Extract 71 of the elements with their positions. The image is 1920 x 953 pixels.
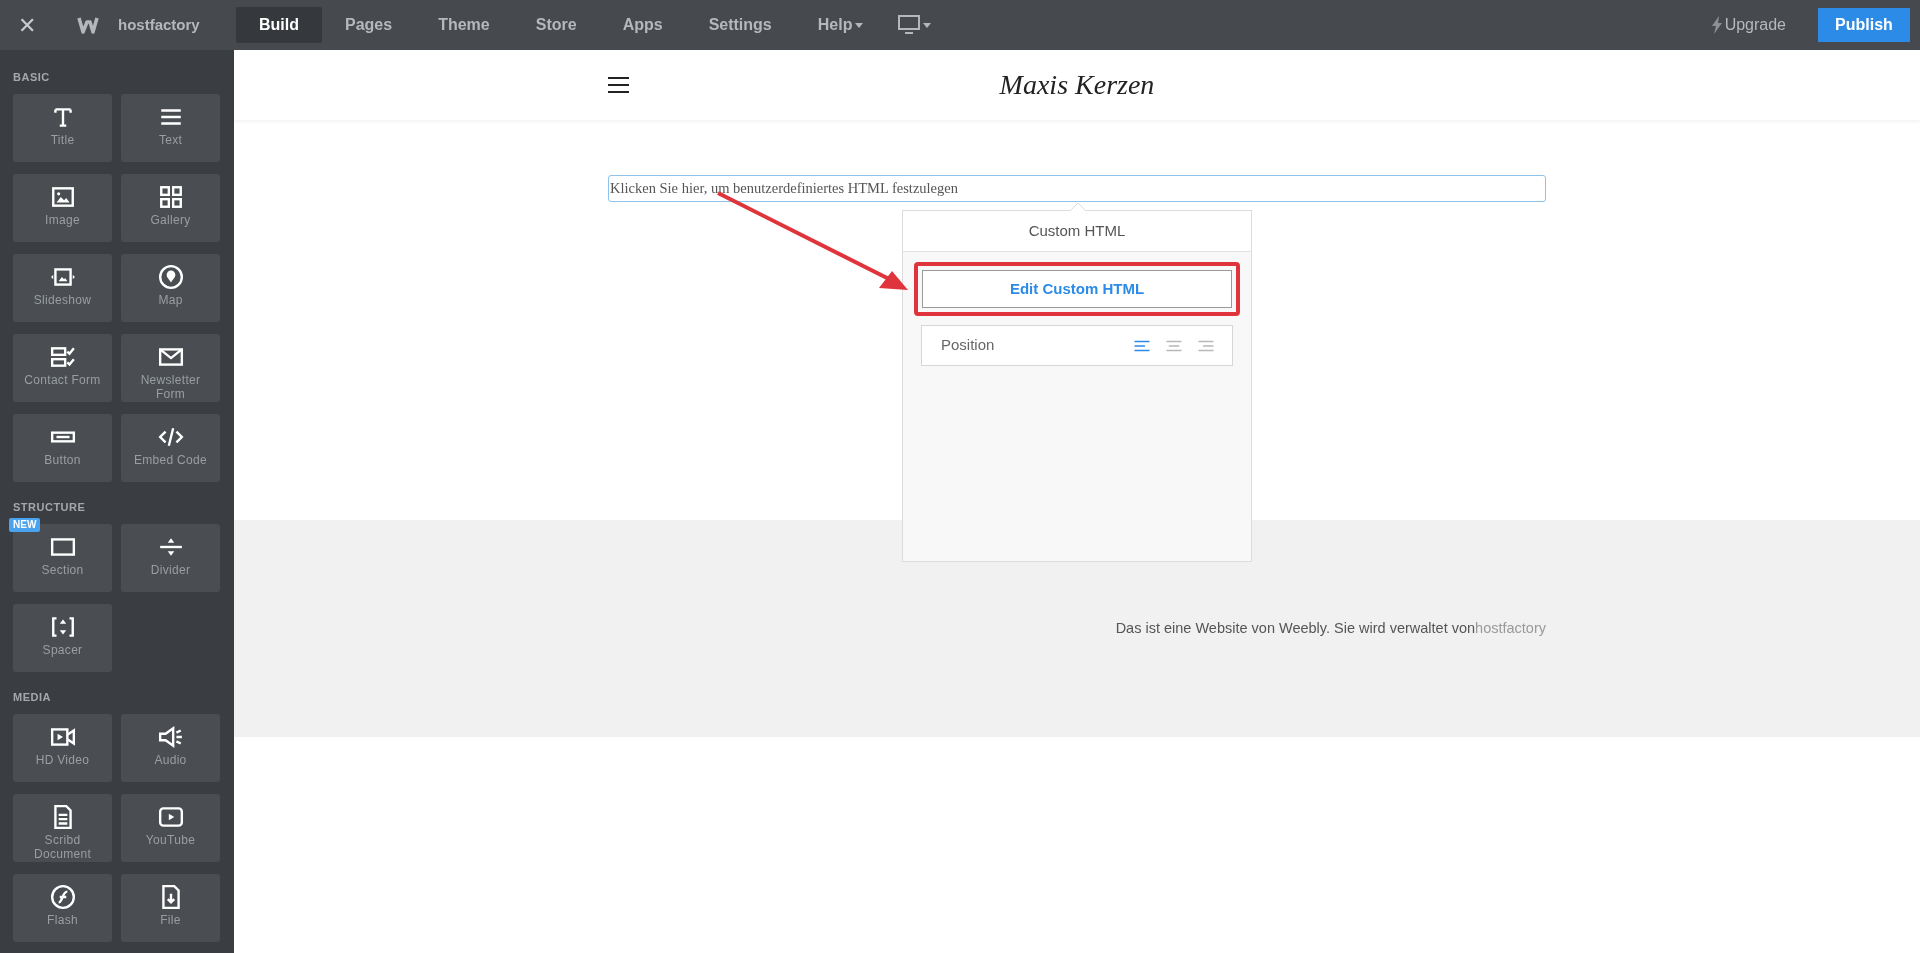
edit-html-button[interactable]: Edit Custom HTML xyxy=(922,270,1232,308)
element-tile[interactable]: Flash xyxy=(13,874,112,942)
upgrade-button[interactable]: Upgrade xyxy=(1710,13,1786,37)
tile-label: Flash xyxy=(46,913,79,927)
element-tile[interactable]: Embed Code xyxy=(121,414,220,482)
element-tile[interactable]: Image xyxy=(13,174,112,242)
nav-tab[interactable]: Store xyxy=(512,7,600,43)
element-tile[interactable]: YouTube xyxy=(121,794,220,862)
tile-label: Newsletter Form xyxy=(139,373,202,401)
nav-tab[interactable]: Build xyxy=(236,7,322,43)
map-pin-icon xyxy=(157,264,184,290)
tile-label: Embed Code xyxy=(132,453,208,467)
tile-label: Spacer xyxy=(41,643,84,657)
tile-label: Button xyxy=(43,453,82,467)
play-screen-icon xyxy=(157,804,184,830)
caret-icon xyxy=(923,22,932,28)
monitor-icon xyxy=(898,15,921,35)
close-button[interactable]: ✕ xyxy=(0,0,54,50)
new-badge: NEW xyxy=(9,518,41,532)
footer-text: Das ist eine Website von Weebly. Sie wird verwaltet vonhostfactory xyxy=(1115,618,1546,638)
footer-link[interactable]: hostfactory xyxy=(1475,619,1546,636)
popup-title: Custom HTML xyxy=(903,211,1251,252)
tile-label: YouTube xyxy=(144,833,197,847)
publish-button[interactable]: Publish xyxy=(1818,8,1910,42)
element-tile[interactable]: HD Video xyxy=(13,714,112,782)
site-name: hostfactory xyxy=(118,14,201,35)
tile-label: Gallery xyxy=(149,213,192,227)
position-label: Position xyxy=(941,335,996,356)
site-title: Maxis Kerzen xyxy=(999,68,1155,102)
element-tile[interactable]: Divider xyxy=(121,524,220,592)
tile-label: Divider xyxy=(149,563,192,577)
element-tile[interactable]: Slideshow xyxy=(13,254,112,322)
nav-tab[interactable]: Apps xyxy=(599,7,686,43)
tile-label: Contact Form xyxy=(23,373,102,387)
section-heading: MEDIA xyxy=(13,690,52,704)
element-tile[interactable]: Button xyxy=(13,414,112,482)
menu-icon[interactable] xyxy=(608,77,629,93)
tile-label: Text xyxy=(157,133,184,147)
section-heading: BASIC xyxy=(13,70,51,84)
element-tile[interactable]: Newsletter Form xyxy=(121,334,220,402)
element-tile[interactable]: Title xyxy=(13,94,112,162)
nav-tab[interactable]: Settings xyxy=(685,7,795,43)
element-tile[interactable]: Scribd Document xyxy=(13,794,112,862)
tile-label: Scribd Document xyxy=(32,833,93,861)
html-block[interactable]: Klicken Sie hier, um benutzerdefiniertes HTML festzulegen xyxy=(608,175,1546,202)
form-checklist-icon xyxy=(49,344,76,370)
tile-label: HD Video xyxy=(34,753,91,767)
element-tile[interactable]: Gallery xyxy=(121,174,220,242)
element-tile[interactable]: Text xyxy=(121,94,220,162)
element-tile[interactable]: File xyxy=(121,874,220,942)
grid-icon xyxy=(157,184,184,210)
nav-tab[interactable]: Theme xyxy=(415,7,513,43)
tile-label: Map xyxy=(157,293,184,307)
element-tile[interactable]: Spacer xyxy=(13,604,112,672)
element-tile[interactable]: Map xyxy=(121,254,220,322)
flash-icon xyxy=(49,884,76,910)
tile-label: Section xyxy=(40,563,85,577)
tile-label: Image xyxy=(44,213,81,227)
element-tile[interactable]: Contact Form xyxy=(13,334,112,402)
nav-tab[interactable]: Pages xyxy=(322,7,416,43)
lightning-icon xyxy=(1710,16,1723,34)
nav-tab[interactable]: Help xyxy=(794,7,887,43)
tile-label: Slideshow xyxy=(32,293,93,307)
tile-label: File xyxy=(159,913,182,927)
tile-label: Title xyxy=(49,133,76,147)
image-icon xyxy=(49,184,76,210)
speaker-icon xyxy=(157,724,184,750)
element-tile[interactable]: Audio xyxy=(121,714,220,782)
section-heading: STRUCTURE xyxy=(13,500,87,514)
tile-label: Audio xyxy=(153,753,188,767)
spacer-icon xyxy=(49,614,76,640)
